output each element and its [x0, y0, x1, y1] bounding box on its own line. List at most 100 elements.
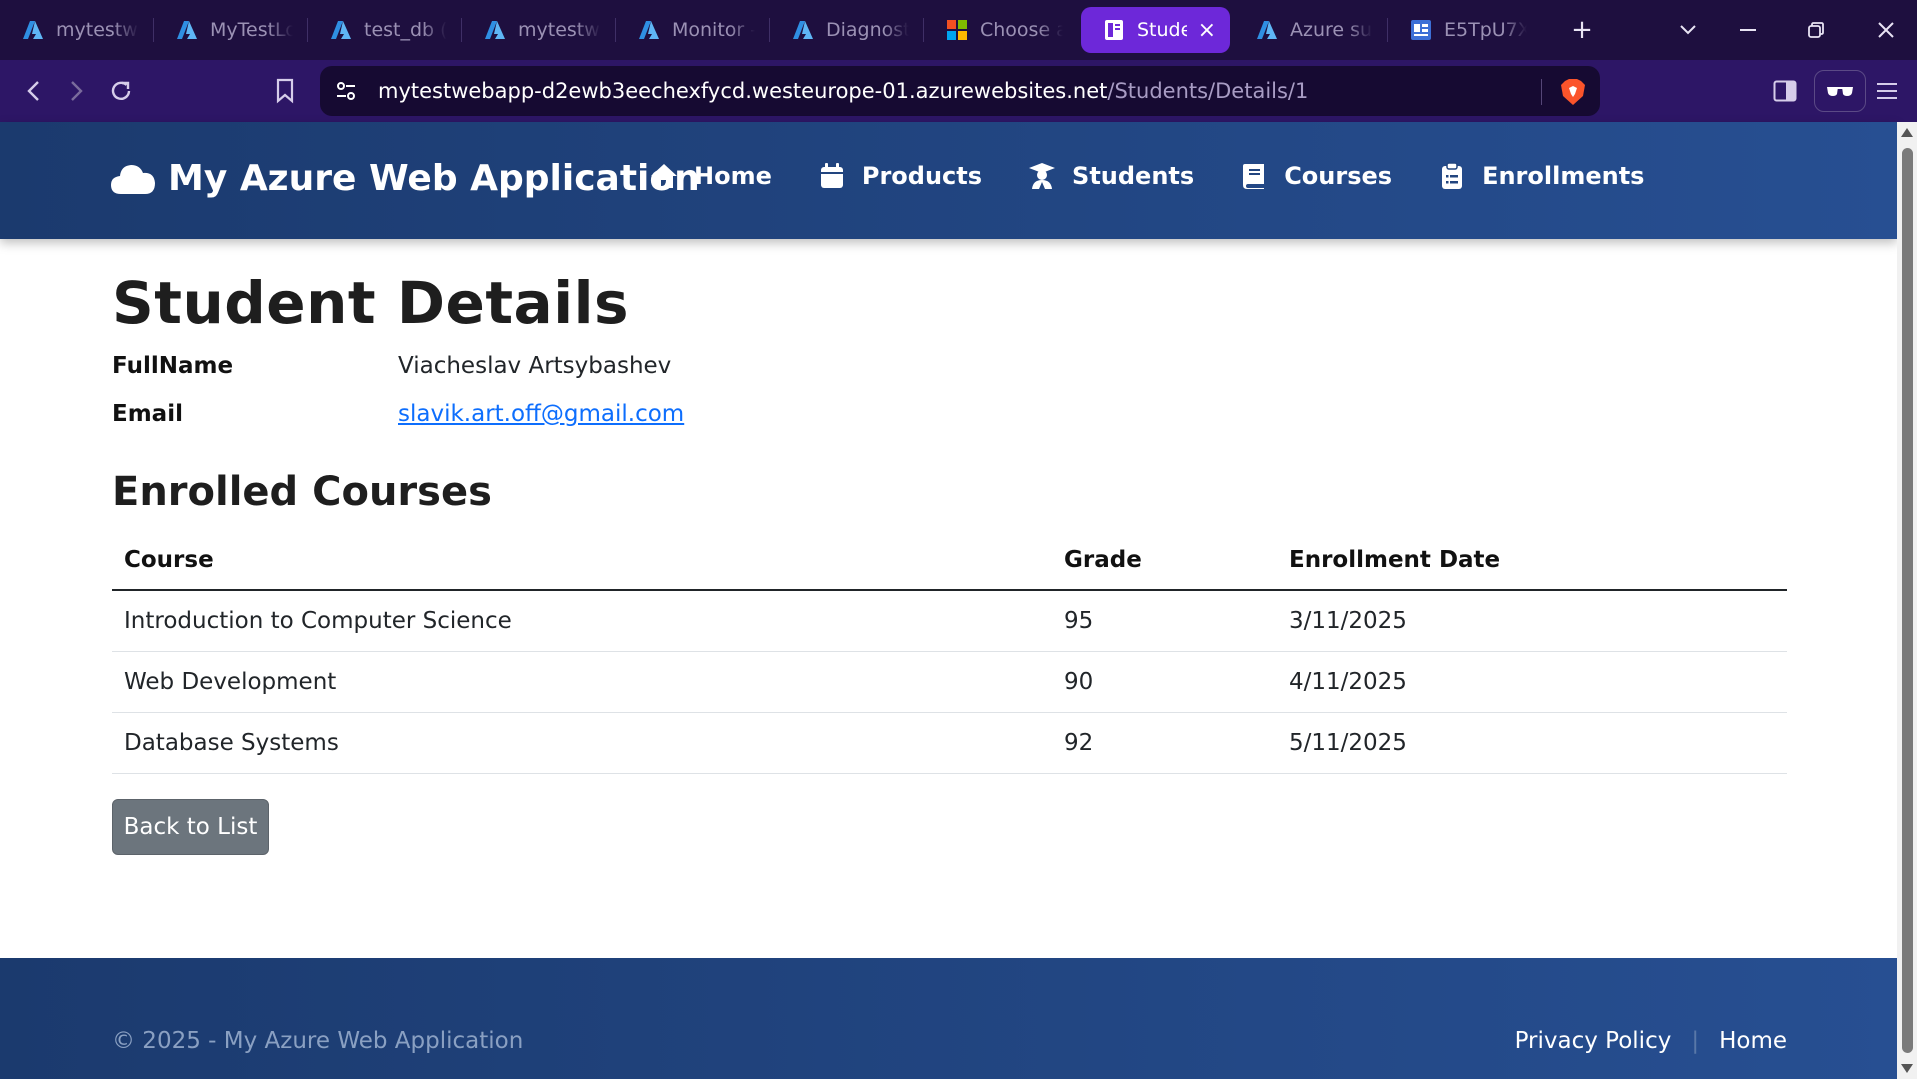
tab-title: MyTestLog [210, 19, 293, 41]
browser-tab[interactable]: Monitor - [616, 7, 769, 53]
omnibox-divider [1541, 79, 1542, 105]
tab-search-button[interactable] [1666, 8, 1710, 52]
tab-strip: mytestweb MyTestLog test_db (m mytestweb Mon… [0, 7, 1541, 53]
course-cell: Web Development [112, 651, 1052, 713]
sidebar-toggle-button[interactable] [1764, 70, 1806, 112]
browser-tab[interactable]: MyTestLog [154, 7, 307, 53]
brave-shields-icon[interactable] [1560, 78, 1586, 106]
date-cell: 3/11/2025 [1277, 590, 1787, 652]
brand-name: My Azure Web Application [168, 158, 700, 199]
url-path: /Students/Details/1 [1107, 79, 1309, 103]
footer-separator: | [1691, 1028, 1700, 1054]
cloud-icon [111, 164, 155, 194]
site-navbar: My Azure Web Application Home Products S… [0, 122, 1897, 239]
grade-cell: 95 [1052, 590, 1277, 652]
main-menu: Home Products Students Courses Enrollmen… [650, 162, 1690, 190]
back-nav-button[interactable] [12, 70, 54, 112]
azure-icon [792, 19, 814, 41]
scroll-down-arrow[interactable] [1901, 1064, 1913, 1073]
chevron-right-icon [71, 81, 83, 101]
calendar-icon [820, 163, 843, 188]
azure-icon [1256, 19, 1278, 41]
microsoft-icon [946, 19, 968, 41]
book-icon [1243, 164, 1265, 189]
scroll-up-arrow[interactable] [1901, 128, 1913, 137]
home-icon [651, 164, 677, 188]
copyright-text: © 2025 - My Azure Web Application [112, 1028, 524, 1054]
nav-courses[interactable]: Courses [1240, 162, 1392, 190]
chevron-down-icon [1680, 25, 1696, 35]
fullname-row: FullName Viacheslav Artsybashev [112, 353, 671, 379]
reload-icon [111, 81, 131, 100]
browser-tab[interactable]: Azure sub [1234, 7, 1387, 53]
tab-title: Monitor - [672, 19, 755, 41]
fullname-value: Viacheslav Artsybashev [398, 353, 672, 379]
reader-mode-button[interactable] [1814, 70, 1866, 112]
chevron-left-icon [27, 81, 39, 101]
browser-menu-button[interactable] [1866, 70, 1908, 112]
brand-link[interactable]: My Azure Web Application [110, 158, 700, 199]
date-cell: 5/11/2025 [1277, 712, 1787, 774]
browser-tab-bar: mytestweb MyTestLog test_db (m mytestweb Mon… [0, 0, 1917, 60]
browser-tab[interactable]: Choose ar [924, 7, 1077, 53]
nav-home[interactable]: Home [650, 162, 772, 190]
nav-students[interactable]: Students [1028, 162, 1194, 190]
azure-icon [330, 19, 352, 41]
nav-products-label: Products [861, 162, 983, 190]
tab-title: E5TpU7XC [1444, 19, 1527, 41]
image-icon [1410, 19, 1432, 41]
privacy-policy-link[interactable]: Privacy Policy [1515, 1028, 1672, 1054]
header-grade: Grade [1052, 531, 1277, 591]
address-bar[interactable]: mytestwebapp-d2ewb3eechexfycd.westeurope… [320, 66, 1600, 116]
restore-button[interactable] [1794, 8, 1838, 52]
table-header-row: Course Grade Enrollment Date [112, 531, 1787, 591]
browser-tab[interactable]: mytestweb [0, 7, 153, 53]
course-cell: Database Systems [112, 712, 1052, 774]
page-scrollbar[interactable] [1897, 122, 1917, 1079]
tab-title: test_db (m [364, 19, 447, 41]
clipboard-icon [1442, 162, 1463, 189]
browser-tab[interactable]: Stude × [1081, 7, 1230, 53]
email-row: Email slavik.art.off@gmail.com [112, 401, 684, 427]
azure-icon [638, 19, 660, 41]
url-host: mytestwebapp-d2ewb3eechexfycd.westeurope… [378, 79, 1108, 103]
email-link[interactable]: slavik.art.off@gmail.com [398, 401, 684, 427]
nav-products[interactable]: Products [818, 162, 982, 190]
forward-nav-button[interactable] [56, 70, 98, 112]
browser-tab[interactable]: mytestweb [462, 7, 615, 53]
back-to-list-button[interactable]: Back to List [112, 799, 269, 855]
new-tab-button[interactable]: + [1560, 8, 1604, 52]
header-course: Course [112, 531, 1052, 591]
sidebar-icon [1773, 80, 1797, 102]
browser-tab[interactable]: E5TpU7XC [1388, 7, 1541, 53]
close-tab-icon[interactable]: × [1198, 18, 1216, 43]
glasses-icon [1827, 87, 1853, 96]
footer-home-link[interactable]: Home [1719, 1028, 1787, 1054]
course-cell: Introduction to Computer Science [112, 590, 1052, 652]
tab-title: mytestweb [56, 19, 139, 41]
nav-enrollments[interactable]: Enrollments [1438, 162, 1644, 190]
minimize-icon [1740, 29, 1756, 31]
restore-icon [1808, 22, 1824, 38]
enrolled-courses-heading: Enrolled Courses [112, 469, 492, 515]
grade-cell: 92 [1052, 712, 1277, 774]
close-window-button[interactable] [1864, 8, 1908, 52]
azure-icon [484, 19, 506, 41]
bookmark-button[interactable] [264, 70, 306, 112]
date-cell: 4/11/2025 [1277, 651, 1787, 713]
minimize-button[interactable] [1726, 8, 1770, 52]
table-row: Web Development 90 4/11/2025 [112, 651, 1787, 713]
scroll-thumb[interactable] [1902, 148, 1913, 1053]
footer-links: Privacy Policy | Home [1515, 1028, 1787, 1054]
bookmark-icon [276, 78, 294, 104]
site-settings-icon[interactable] [334, 79, 358, 103]
browser-tab[interactable]: Diagnostic [770, 7, 923, 53]
table-row: Database Systems 92 5/11/2025 [112, 712, 1787, 774]
close-icon [1878, 22, 1894, 38]
browser-toolbar: mytestwebapp-d2ewb3eechexfycd.westeurope… [0, 60, 1917, 122]
tab-title: Stude [1137, 19, 1187, 41]
document-icon [1103, 19, 1125, 41]
email-label: Email [112, 401, 183, 427]
reload-button[interactable] [100, 70, 142, 112]
browser-tab[interactable]: test_db (m [308, 7, 461, 53]
